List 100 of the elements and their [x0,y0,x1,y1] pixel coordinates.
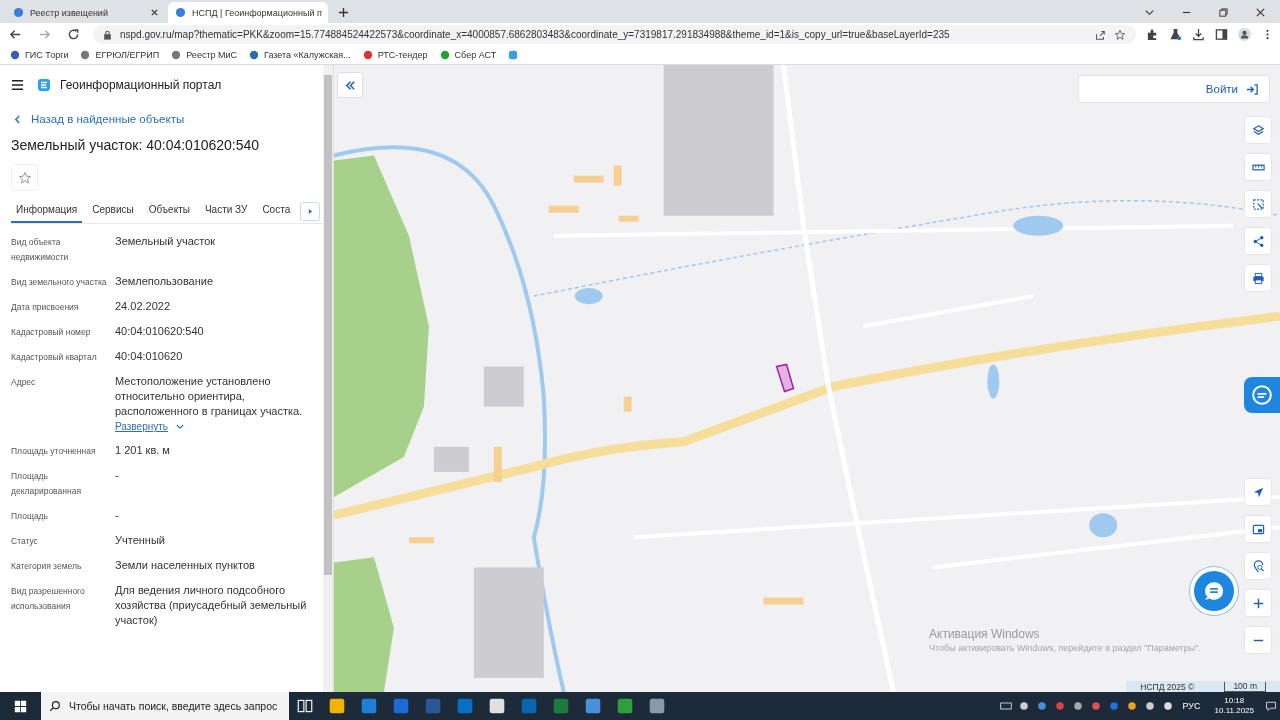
field-value: 40:04:010620 [115,349,183,364]
login-button[interactable]: Войти [1078,75,1270,103]
site-icon [13,7,24,18]
star-icon [17,170,32,185]
windows-start-icon[interactable] [14,699,27,713]
field-value: Местоположение установлено относительно ориентира, расположенного в границах участка. [115,374,304,419]
back-arrow-icon[interactable] [9,28,22,41]
selection-icon [1251,197,1265,211]
scrollbar-thumb[interactable] [324,75,332,575]
field-value: Земли населенных пунктов [115,558,255,573]
ruler-button[interactable] [1245,154,1271,180]
field-label: Дата присвоения [11,301,80,314]
bookmark-favicon-icon[interactable] [508,50,519,60]
layers-icon [1251,123,1265,137]
activation-text: Чтобы активировать Windows, перейдите в раздел "Параметры". [929,643,1201,653]
info-tab[interactable]: Части ЗУ [199,199,253,223]
bookmark[interactable]: Реестр МиС [171,50,238,60]
app-icon[interactable] [488,697,506,715]
side-panel-icon[interactable] [1215,28,1228,41]
download-icon[interactable] [1192,28,1205,41]
info-tab[interactable]: Объекты [143,199,195,223]
land-parcel [775,363,795,393]
field-label: Вид земельного участка [11,276,108,289]
task-view-icon[interactable] [296,697,314,715]
language-indicator[interactable]: РУС [1182,701,1201,711]
location-search-icon [1251,559,1265,573]
puzzle-icon[interactable] [1146,28,1159,41]
close-icon[interactable] [1255,7,1266,18]
minimap-button[interactable] [1245,516,1271,542]
field-label: Площадь [11,510,49,523]
print-button[interactable] [1245,265,1271,291]
tray-icon[interactable] [1017,700,1030,712]
chat-bubble-icon [1203,580,1225,602]
chevron-down-icon [176,424,184,429]
field-label: Категория земель [11,560,83,573]
chevron-left-icon [14,114,21,124]
caret-right-icon [307,207,313,215]
app-icon[interactable] [648,697,666,715]
bookmark-favicon-icon [362,50,373,60]
reload-icon[interactable] [67,28,80,41]
field-label: Площадь уточненная [11,445,97,458]
picture-in-picture-icon [1251,522,1265,536]
area-select-button[interactable] [1245,191,1271,217]
zoom-in-button[interactable] [1245,590,1271,616]
tray-icon[interactable] [1161,700,1174,712]
field-value: Для ведения личного подсобного хозяйства (приусадебный земельный участок) [115,583,308,628]
address-bar[interactable]: nspd.gov.ru/map?thematic=PKK&zoom=15.774884524422573&coordinate_x=4000857.6862803483&coordinate_y=7319817.291834988&theme_id=1&is_copy_url=true&baseLayerId=235 [93,25,1136,44]
share-icon[interactable] [1094,28,1106,41]
bookmark[interactable]: ГИС Торги [10,50,69,60]
bookmark-favicon-icon [80,50,91,60]
printer-icon [1251,271,1265,285]
info-tab[interactable]: Информация [11,199,83,223]
close-icon[interactable] [150,8,159,17]
flask-icon[interactable] [1169,28,1182,41]
collapse-panel-button[interactable] [337,72,363,98]
portal-title: Геоинформационный портал [60,78,222,92]
chat-icon [1251,384,1273,406]
new-tab-icon[interactable] [338,7,349,18]
taskbar-search-field[interactable]: Чтобы начать поиск, введите здесь запрос [41,692,289,720]
tray-icon[interactable] [1035,700,1048,712]
notification-icon[interactable] [1265,700,1277,712]
browser-tab[interactable]: Реестр извещений [6,2,166,23]
scale-bar: 100 m [1224,681,1266,692]
profile-avatar-icon[interactable] [1238,28,1251,41]
share-button[interactable] [1245,228,1271,254]
bookmark[interactable]: Сбер АСТ [439,50,497,60]
layers-button[interactable] [1245,117,1271,143]
site-icon [175,7,186,18]
bookmark-favicon-icon [10,50,20,60]
browser-tab[interactable]: НСПД | Геоинформационный п [168,2,328,23]
double-chevron-left-icon [343,78,357,92]
info-tab[interactable]: Сервисы [87,199,139,223]
bookmark-favicon-icon [171,50,182,60]
back-link[interactable]: Назад в найденные объекты [14,110,323,128]
locate-button[interactable] [1245,479,1271,505]
search-location-button[interactable] [1245,553,1271,579]
clock-time: 10:18 [1224,696,1245,706]
field-label: Статус [11,535,39,548]
tray-icon[interactable] [1125,700,1138,712]
app-icon[interactable] [328,697,346,715]
field-label: Кадастровый квартал [11,351,98,364]
clock-date: 10.11.2025 [1214,706,1254,716]
feedback-button[interactable] [1244,377,1280,413]
tray-icon[interactable] [1143,700,1156,712]
bookmark[interactable]: ЕГРЮЛ/ЕГРИП [80,50,160,60]
field-value: 40:04:010620:540 [115,324,204,339]
expand-link[interactable]: Развернуть [115,419,184,434]
field-value: 24.02.2022 [115,299,171,314]
bookmark[interactable]: Газета «Калужская... [249,50,351,60]
info-tab[interactable]: Соста [257,199,296,223]
chat-button[interactable] [1194,571,1234,611]
keyboard-icon[interactable] [999,700,1012,712]
scrollbar[interactable] [323,65,333,692]
tray-icon[interactable] [1071,700,1084,712]
bookmark-favicon-icon [439,50,450,60]
chevron-down-icon[interactable] [1144,7,1155,18]
bookmark[interactable]: РТС-тендер [362,50,428,60]
menu-icon[interactable] [11,79,24,91]
restore-icon[interactable] [1218,7,1229,18]
star-icon[interactable] [1114,28,1126,41]
